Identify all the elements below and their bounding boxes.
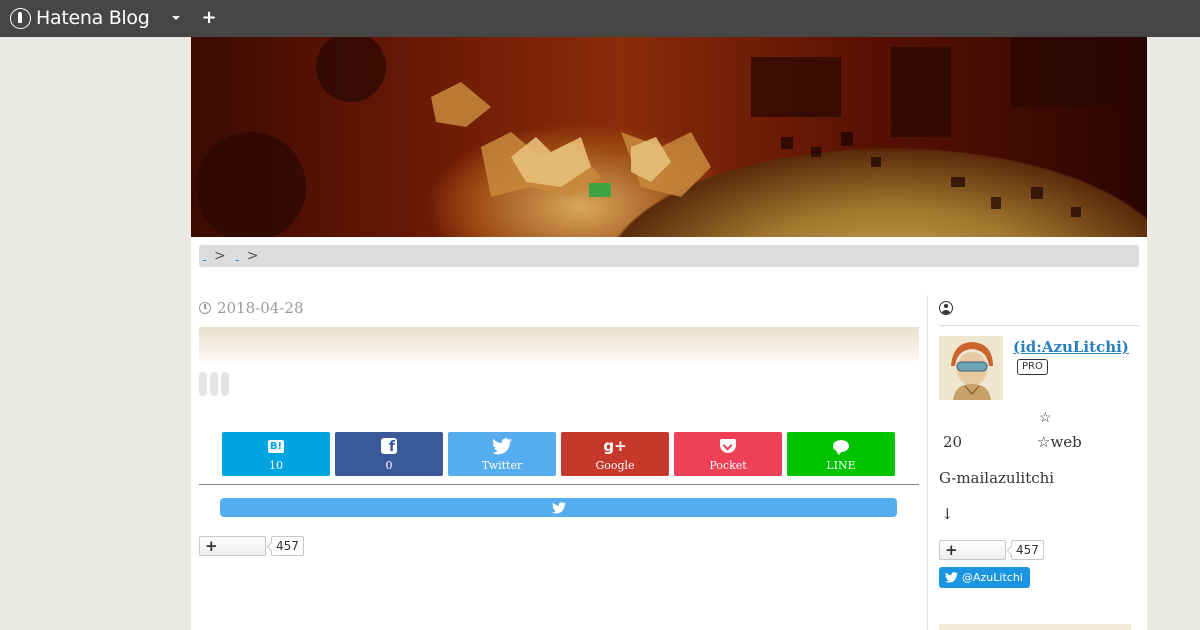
- menu-dropdown-button[interactable]: [166, 8, 186, 28]
- follow-button[interactable]: +: [199, 536, 266, 556]
- google-plus-icon: g+: [603, 437, 627, 455]
- hatena-blog-logo[interactable]: Hatena Blog: [10, 6, 150, 30]
- entry-title[interactable]: [199, 327, 919, 361]
- breadcrumb: > >: [199, 245, 1139, 267]
- sidebar-rule: [939, 325, 1139, 326]
- pro-badge: PRO: [1017, 359, 1048, 375]
- follow-button[interactable]: +: [939, 540, 1006, 560]
- header-banner-image[interactable]: [191, 37, 1147, 237]
- breadcrumb-link-category[interactable]: [236, 251, 242, 262]
- follower-count: 457: [1011, 540, 1044, 560]
- share-label: Google: [595, 459, 635, 472]
- follower-count: 457: [271, 536, 304, 556]
- line-icon: [833, 436, 849, 456]
- facebook-share-button[interactable]: f 0: [335, 432, 443, 476]
- share-label: Pocket: [709, 459, 747, 472]
- tweet-button[interactable]: [220, 498, 897, 517]
- share-label: LINE: [826, 459, 856, 472]
- plus-icon: +: [205, 537, 218, 555]
- category-tag[interactable]: [221, 372, 229, 396]
- breadcrumb-link-top[interactable]: [203, 251, 209, 262]
- share-label: Twitter: [481, 459, 523, 472]
- profile-name-link[interactable]: (id:AzuLitchi): [1013, 338, 1129, 356]
- twitter-follow-button[interactable]: @AzuLitchi: [939, 567, 1030, 588]
- category-tag[interactable]: [210, 372, 218, 396]
- profile-mail-text: G-mailazulitchi: [939, 469, 1055, 487]
- profile-web-text: ☆web: [1037, 433, 1082, 451]
- share-label: 10: [269, 459, 283, 472]
- twitter-share-button[interactable]: Twitter: [448, 432, 556, 476]
- clock-icon: [199, 302, 211, 314]
- logo-text: Hatena Blog: [36, 7, 150, 29]
- down-arrow-text: ↓: [941, 505, 954, 523]
- twitter-follow-label: @AzuLitchi: [962, 571, 1023, 584]
- twitter-icon: [551, 501, 566, 513]
- pocket-icon: [720, 436, 736, 456]
- blog-container: > > 2018-04-28 B! 10 f 0 Twitter g+ Goog…: [191, 37, 1147, 630]
- sidebar-module-edge: [939, 624, 1131, 630]
- twitter-icon: [492, 436, 512, 456]
- reader-follow-widget: + 457: [199, 536, 304, 556]
- breadcrumb-separator: >: [246, 248, 259, 264]
- user-icon: [939, 301, 953, 315]
- breadcrumb-separator: >: [214, 248, 226, 264]
- star-text: ☆: [1039, 410, 1052, 426]
- profile-count: 20: [943, 433, 963, 451]
- hatena-global-header: Hatena Blog +: [0, 0, 1200, 37]
- category-tag[interactable]: [199, 372, 207, 396]
- plus-icon: +: [945, 541, 958, 559]
- new-post-button[interactable]: +: [199, 8, 219, 28]
- line-share-button[interactable]: LINE: [787, 432, 895, 476]
- sidebar-follow-widget: + 457: [939, 540, 1044, 560]
- caret-down-icon: [172, 16, 180, 20]
- divider: [199, 484, 919, 485]
- facebook-icon: f: [381, 436, 397, 456]
- twitter-icon: [945, 572, 958, 583]
- hatena-logo-icon: [10, 7, 31, 29]
- avatar[interactable]: [939, 336, 1003, 400]
- entry-categories: [199, 372, 229, 396]
- sidebar-divider: [927, 295, 928, 630]
- avatar-illustration: [939, 336, 1003, 400]
- hatena-bookmark-icon: B!: [267, 439, 285, 453]
- hatena-bookmark-share-button[interactable]: B! 10: [222, 432, 330, 476]
- share-buttons: B! 10 f 0 Twitter g+ Google Pocket LINE: [222, 432, 895, 476]
- google-plus-share-button[interactable]: g+ Google: [561, 432, 669, 476]
- entry-date-text: 2018-04-28: [217, 299, 304, 317]
- entry-date[interactable]: 2018-04-28: [199, 299, 303, 317]
- plus-icon: +: [201, 7, 217, 28]
- banner-artwork: [196, 37, 1121, 237]
- share-label: 0: [385, 459, 393, 472]
- pocket-share-button[interactable]: Pocket: [674, 432, 782, 476]
